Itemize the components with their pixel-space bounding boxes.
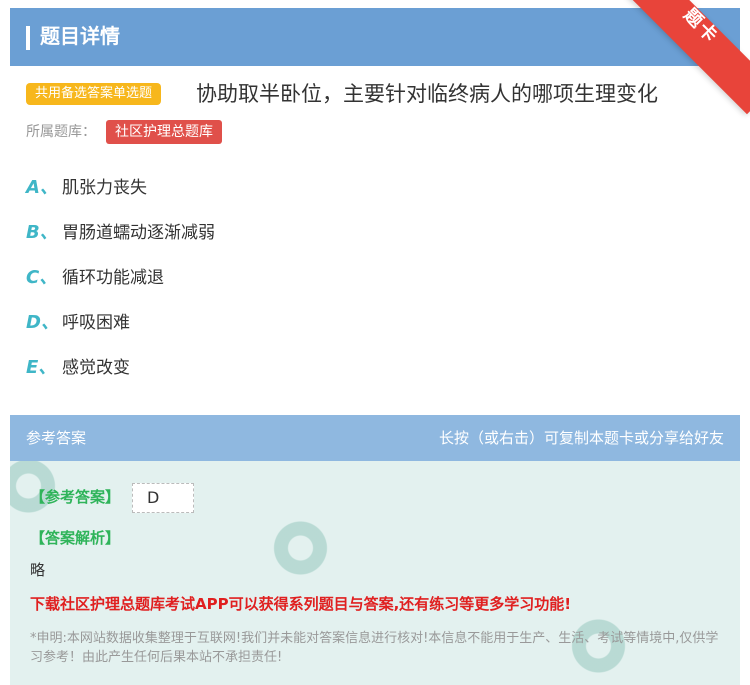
header-bar: 题目详情 (10, 8, 740, 66)
question-text: 协助取半卧位，主要针对临终病人的哪项生理变化 (196, 82, 658, 106)
disclaimer-text: *申明:本网站数据收集整理于互联网!我们并未能对答案信息进行核对!本信息不能用于… (30, 631, 719, 665)
option-text: 呼吸困难 (62, 313, 130, 333)
question-type-badge: 共用备选答案单选题 (26, 83, 162, 105)
page-title: 题目详情 (40, 24, 120, 48)
download-app-promo[interactable]: 下载社区护理总题库考试APP可以获得系列题目与答案,还有练习等更多学习功能! (30, 593, 571, 615)
option-letter: E、 (26, 357, 57, 378)
library-label: 所属题库： (26, 124, 96, 140)
answer-label: 【参考答案】 (30, 488, 121, 506)
option-c[interactable]: C、 循环功能减退 (26, 263, 164, 293)
option-text: 肌张力丧失 (62, 178, 147, 198)
watermark-logo-icon (262, 513, 332, 583)
option-d[interactable]: D、 呼吸困难 (26, 308, 130, 338)
option-text: 胃肠道蠕动逐渐减弱 (62, 223, 215, 243)
option-e[interactable]: E、 感觉改变 (26, 353, 130, 383)
header-accent-bar (26, 26, 30, 50)
copy-share-hint: 长按（或右击）可复制本题卡或分享给好友 (438, 429, 724, 447)
analysis-text: 略 (30, 561, 46, 579)
option-text: 循环功能减退 (62, 268, 164, 288)
option-a[interactable]: A、 肌张力丧失 (26, 173, 147, 203)
analysis-label: 【答案解析】 (30, 529, 121, 547)
option-letter: C、 (26, 267, 58, 288)
library-badge[interactable]: 社区护理总题库 (106, 120, 222, 144)
option-letter: D、 (26, 312, 59, 333)
option-letter: A、 (26, 177, 58, 198)
option-text: 感觉改变 (62, 358, 130, 378)
option-b[interactable]: B、 胃肠道蠕动逐渐减弱 (26, 218, 215, 248)
reference-bar: 参考答案 长按（或右击）可复制本题卡或分享给好友 (10, 415, 740, 461)
answer-panel: 【参考答案】 D 【答案解析】 略 下载社区护理总题库考试APP可以获得系列题目… (10, 461, 740, 685)
option-letter: B、 (26, 222, 58, 243)
reference-title: 参考答案 (26, 429, 87, 447)
answer-value: D (132, 483, 194, 513)
